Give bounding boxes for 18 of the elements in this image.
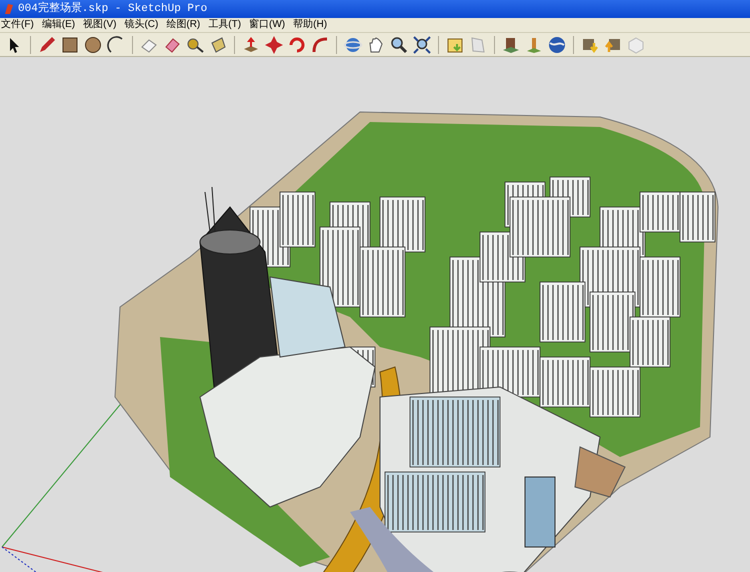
menu-item[interactable]: 绘图(R) xyxy=(165,20,202,30)
menu-item[interactable]: 工具(T) xyxy=(207,20,242,30)
menu-item[interactable]: 镜头(C) xyxy=(123,20,160,30)
pencil-icon[interactable] xyxy=(37,34,57,54)
menu-item[interactable]: 文件(F) xyxy=(0,20,35,30)
search-icon[interactable] xyxy=(389,34,409,54)
window-title: 004完整场景.skp - SketchUp Pro xyxy=(18,0,208,17)
globe-icon[interactable] xyxy=(547,34,567,54)
rotate-icon[interactable] xyxy=(287,34,307,54)
circle-icon[interactable] xyxy=(83,34,103,54)
menu-item[interactable]: 窗口(W) xyxy=(248,20,286,30)
zoom-extents-icon[interactable] xyxy=(412,34,432,54)
menu-item[interactable]: 视图(V) xyxy=(82,20,118,30)
menu-item[interactable]: 帮助(H) xyxy=(292,20,328,30)
menu-item[interactable]: 编辑(E) xyxy=(40,20,76,30)
app-logo-icon xyxy=(4,3,14,15)
move-arrows-icon[interactable] xyxy=(264,34,284,54)
square-icon[interactable] xyxy=(60,34,80,54)
